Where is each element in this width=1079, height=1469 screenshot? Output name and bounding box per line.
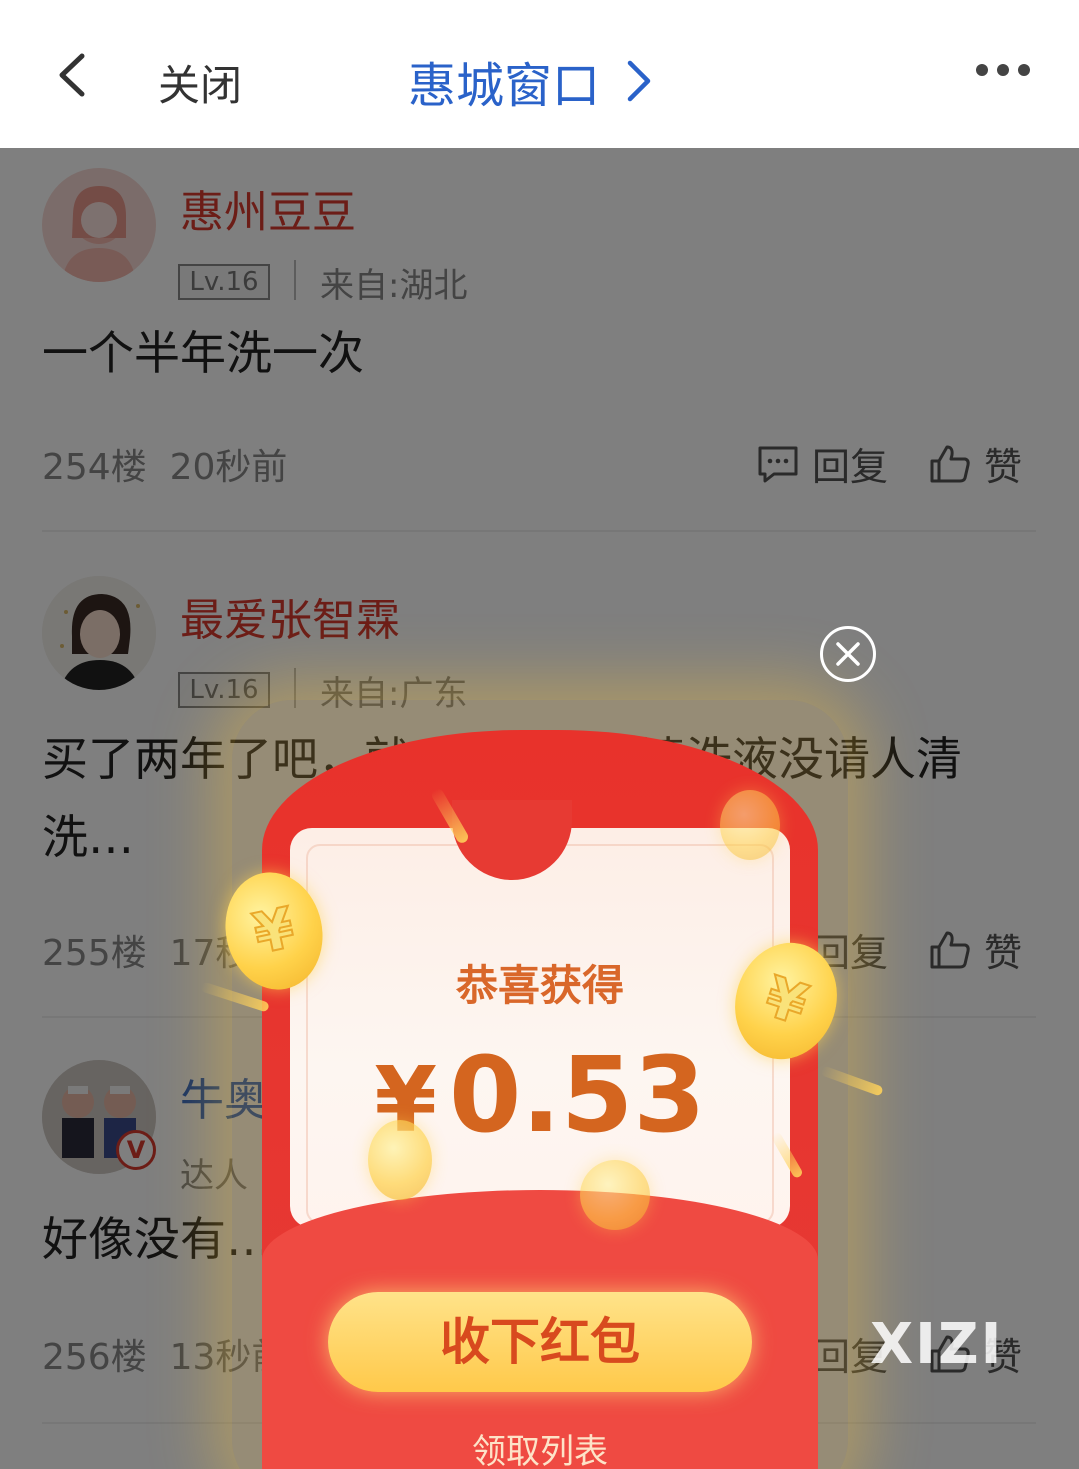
- coin-icon: [720, 790, 780, 860]
- reward-amount: ¥0.53: [262, 1034, 818, 1156]
- more-icon[interactable]: [976, 64, 1030, 76]
- claim-list-link[interactable]: 领取列表: [262, 1424, 818, 1469]
- close-button[interactable]: 关闭: [158, 52, 242, 113]
- chevron-right-icon: [627, 60, 651, 102]
- page-title: 惠城窗口: [408, 58, 601, 114]
- packet-card: [290, 828, 790, 1228]
- top-bar: 关闭 惠城窗口: [0, 0, 1079, 148]
- coin-icon: [368, 1120, 432, 1200]
- watermark-logo: XIZI: [870, 1312, 1004, 1377]
- page-title-link[interactable]: 惠城窗口: [408, 46, 652, 116]
- svg-text:¥: ¥: [757, 965, 814, 1039]
- svg-text:¥: ¥: [248, 896, 300, 968]
- coin-icon: [580, 1160, 650, 1230]
- back-icon[interactable]: [52, 50, 92, 100]
- receive-red-packet-button[interactable]: 收下红包: [328, 1292, 752, 1392]
- amount-value: 0.53: [449, 1034, 706, 1156]
- close-icon[interactable]: [820, 626, 876, 682]
